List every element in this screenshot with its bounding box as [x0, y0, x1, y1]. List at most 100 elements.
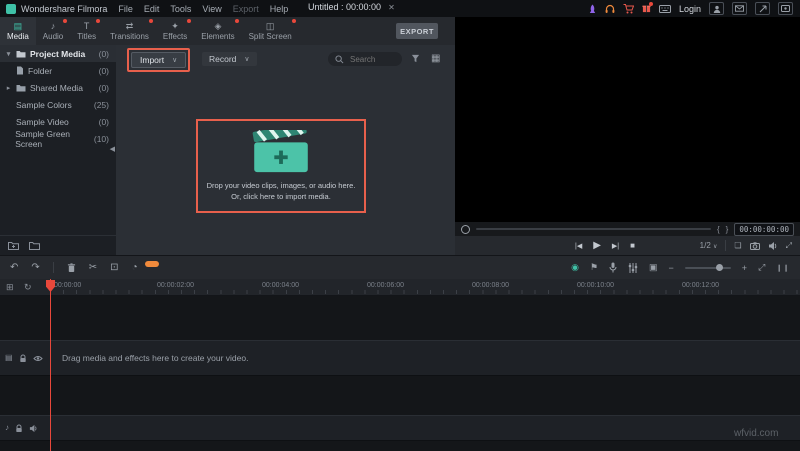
voiceover-mic-icon[interactable] — [609, 262, 617, 273]
menu-export: Export — [233, 4, 259, 14]
sidebar-item-folder[interactable]: Folder (0) — [0, 62, 116, 79]
zoom-slider[interactable] — [685, 267, 731, 269]
collapse-icon[interactable]: ▸ — [5, 84, 12, 92]
audio-mixer-icon[interactable] — [628, 263, 638, 273]
tab-media[interactable]: ▤ Media — [0, 17, 36, 45]
refresh-icon[interactable]: ↻ — [24, 282, 32, 293]
speed-icon[interactable]: ◔ — [132, 262, 138, 273]
export-button[interactable]: EXPORT — [396, 23, 438, 39]
new-folder-icon[interactable] — [8, 241, 19, 250]
tab-label: Split Screen — [249, 32, 292, 41]
zoom-slider-knob[interactable] — [716, 264, 723, 271]
compare-view-icon[interactable]: ❏ — [734, 241, 741, 250]
undo-icon[interactable]: ↶ — [10, 262, 18, 273]
gift-icon[interactable] — [642, 4, 651, 13]
tab-elements[interactable]: ◈ Elements — [194, 17, 241, 45]
search-icon — [335, 55, 344, 64]
import-button[interactable]: Import ∨ — [131, 52, 186, 68]
previous-frame-button[interactable]: |◀ — [575, 242, 582, 250]
record-dropdown[interactable]: Record ∨ — [202, 52, 257, 66]
zoom-in-icon[interactable]: + — [742, 263, 747, 273]
timeline-ruler[interactable]: ⊞ ↻ 00:00:00 00:00:02:00 00:00:04:00 00:… — [0, 279, 800, 296]
tab-label: Transitions — [110, 32, 149, 41]
quality-selector[interactable]: 1/2 ∨ — [700, 241, 718, 250]
login-button[interactable]: Login — [679, 4, 701, 14]
ruler-label: 00:00:08:00 — [472, 282, 509, 289]
sidebar-item-sample-colors[interactable]: Sample Colors (25) — [0, 96, 116, 113]
collapse-panel-icon[interactable]: ◀ — [110, 145, 115, 153]
tab-titles[interactable]: T Titles — [70, 17, 103, 45]
sidebar-item-sample-video[interactable]: Sample Video (0) — [0, 113, 116, 130]
lock-icon[interactable] — [19, 354, 27, 363]
app-title: Wondershare Filmora — [21, 4, 107, 14]
play-button[interactable]: ▶ — [593, 240, 601, 251]
expand-icon[interactable]: ▾ — [5, 50, 12, 58]
menu-file[interactable]: File — [118, 4, 133, 14]
tab-audio[interactable]: ♪ Audio — [36, 17, 70, 45]
tab-effects[interactable]: ✦ Effects — [156, 17, 194, 45]
mail-icon[interactable] — [732, 2, 747, 15]
snapshot-camera-icon[interactable] — [750, 242, 760, 250]
sidebar-item-shared-media[interactable]: ▸ Shared Media (0) — [0, 79, 116, 96]
store-cart-icon[interactable] — [623, 4, 634, 14]
sidebar-item-project-media[interactable]: ▾ Project Media (0) — [0, 45, 116, 62]
menu-help[interactable]: Help — [270, 4, 289, 14]
fit-timeline-icon[interactable]: ⤢ — [758, 262, 765, 273]
pip-icon[interactable]: ▣ — [649, 262, 658, 273]
shortcuts-keyboard-icon[interactable] — [659, 5, 671, 13]
menu-tools[interactable]: Tools — [170, 4, 191, 14]
support-headset-icon[interactable] — [605, 4, 615, 14]
media-panel-toolbar: Import ∨ Record ∨ ▦ — [116, 50, 455, 70]
filter-icon[interactable] — [411, 54, 420, 63]
mark-in-icon[interactable]: { — [717, 225, 720, 234]
pause-icon[interactable]: ❙❙ — [776, 264, 790, 272]
upgrade-rocket-icon[interactable] — [588, 4, 597, 14]
search-input[interactable] — [348, 54, 398, 65]
next-frame-button[interactable]: ▶| — [612, 242, 619, 250]
seek-track[interactable] — [476, 228, 711, 230]
sidebar-item-sample-green-screen[interactable]: Sample Green Screen (10) — [0, 130, 116, 147]
split-scissors-icon[interactable]: ✂ — [89, 262, 97, 273]
titles-tab-icon: T — [84, 22, 90, 31]
mute-speaker-icon[interactable] — [29, 424, 38, 433]
redo-icon[interactable]: ↷ — [31, 262, 39, 273]
effects-tab-icon: ✦ — [171, 22, 179, 31]
import-dropzone[interactable]: Drop your video clips, images, or audio … — [196, 119, 366, 213]
delete-icon[interactable] — [67, 263, 76, 273]
grid-view-icon[interactable]: ▦ — [431, 53, 440, 64]
seek-handle[interactable] — [461, 225, 470, 234]
audio-track-header: ♪ — [0, 424, 52, 433]
menu-view[interactable]: View — [202, 4, 221, 14]
screen-record-icon[interactable] — [778, 2, 793, 15]
audio-track[interactable]: ♪ — [0, 415, 800, 441]
stop-button[interactable]: ■ — [630, 241, 635, 250]
zoom-out-icon[interactable]: − — [669, 263, 674, 273]
marker-icon[interactable]: ⚑ — [590, 262, 598, 273]
dropzone-line2: Or, click here to import media. — [207, 191, 356, 202]
tab-label: Media — [7, 32, 29, 41]
search-box[interactable] — [328, 52, 402, 66]
crop-icon[interactable]: ⊡ — [110, 262, 118, 273]
close-project-icon[interactable]: ✕ — [388, 3, 395, 12]
split-screen-tab-icon: ◫ — [266, 22, 275, 31]
tab-transitions[interactable]: ⇄ Transitions — [103, 17, 156, 45]
manage-tracks-icon[interactable]: ⊞ — [6, 282, 14, 293]
video-track[interactable]: ▤ Drag media and effects here to create … — [0, 340, 800, 376]
delete-folder-icon[interactable] — [29, 241, 40, 250]
media-panel: Import ∨ Record ∨ ▦ — [116, 45, 455, 255]
account-icon[interactable] — [709, 2, 724, 15]
share-icon[interactable] — [755, 2, 770, 15]
menu-edit[interactable]: Edit — [144, 4, 160, 14]
playhead-line[interactable] — [50, 279, 51, 451]
eye-icon[interactable] — [33, 355, 43, 362]
tab-split-screen[interactable]: ◫ Split Screen — [242, 17, 299, 45]
volume-icon[interactable] — [768, 241, 778, 251]
record-label: Record — [209, 54, 236, 64]
mark-out-icon[interactable]: } — [726, 225, 729, 234]
lock-icon[interactable] — [15, 424, 23, 433]
new-badge — [187, 19, 191, 23]
timeline-right-tools: ◉ ⚑ ▣ − + ⤢ ❙❙ — [571, 262, 790, 273]
timeline-drop-hint: Drag media and effects here to create yo… — [62, 353, 248, 363]
fullscreen-icon[interactable]: ⤢ — [786, 241, 792, 251]
render-preview-icon[interactable]: ◉ — [571, 262, 579, 273]
